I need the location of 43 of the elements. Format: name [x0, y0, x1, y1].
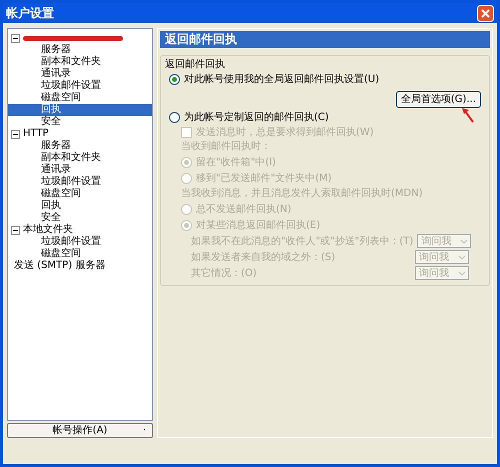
- account-actions-button[interactable]: 帐号操作(A) ·: [7, 423, 153, 438]
- tree-item[interactable]: 磁盘空间: [8, 92, 152, 104]
- checkbox-label: 发送消息时，总是要求得到邮件回执(W): [196, 126, 374, 140]
- radio-button[interactable]: [169, 74, 180, 84]
- tree-item[interactable]: 副本和文件夹: [8, 56, 152, 68]
- group-label: 返回邮件回执: [165, 58, 226, 71]
- tree-item[interactable]: 副本和文件夹: [8, 152, 152, 164]
- tree-item[interactable]: 安全: [8, 116, 152, 128]
- global-preferences-button[interactable]: 全局首选项(G)...: [396, 90, 481, 108]
- radio-label: 对某些消息返回邮件回执(E): [196, 218, 320, 232]
- tree-item[interactable]: 发送 (SMTP) 服务器: [14, 260, 106, 272]
- panel-header: 返回邮件回执: [160, 31, 490, 48]
- radio-label: 对此帐号使用我的全局返回邮件回执设置(U): [184, 72, 380, 86]
- tree-item[interactable]: 垃圾邮件设置: [8, 236, 152, 248]
- radio-label: 移到"已发送邮件"文件夹中(M): [196, 172, 332, 186]
- tree-item[interactable]: 服务器: [8, 44, 152, 56]
- tree-item[interactable]: 通讯录: [8, 68, 152, 80]
- tree-item[interactable]: HTTP: [23, 128, 49, 140]
- tree-item[interactable]: 垃圾邮件设置: [8, 80, 152, 92]
- tree-item[interactable]: 通讯录: [8, 164, 152, 176]
- tree-item[interactable]: 磁盘空间: [8, 248, 152, 260]
- window-title: 帐户设置: [6, 5, 54, 22]
- tree-item[interactable]: 本地文件夹: [23, 224, 73, 236]
- collapse-icon[interactable]: [11, 34, 20, 42]
- radio-button[interactable]: [169, 112, 180, 122]
- collapse-icon[interactable]: [11, 226, 20, 234]
- tree-item[interactable]: 垃圾邮件设置: [8, 176, 152, 188]
- collapse-icon[interactable]: [11, 130, 20, 138]
- option-label: 如果发送者来自我的域之外：(S): [191, 250, 336, 264]
- close-icon[interactable]: [477, 4, 494, 22]
- radio-label: 总不发送邮件回执(N): [196, 202, 292, 216]
- option-label: 如果我不在此消息的"收件人"或"抄送"列表中：(T): [191, 234, 414, 248]
- tree-item[interactable]: 服务器: [8, 140, 152, 152]
- tree-item[interactable]: 安全: [8, 212, 152, 224]
- section-label: 当我收到消息，并且消息发件人索取邮件回执时(MDN): [181, 186, 423, 201]
- tree-item[interactable]: 回执: [8, 200, 152, 212]
- caret-icon: ·: [142, 424, 146, 437]
- tree-item[interactable]: 磁盘空间: [8, 188, 152, 200]
- radio-label: 留在"收件箱"中(I): [196, 156, 276, 170]
- option-label: 其它情况：(O): [191, 266, 257, 280]
- tree-item[interactable]: 回执: [8, 104, 152, 116]
- radio-label: 为此帐号定制返回的邮件回执(C): [184, 110, 329, 124]
- section-label: 当收到邮件回执时：: [181, 140, 271, 154]
